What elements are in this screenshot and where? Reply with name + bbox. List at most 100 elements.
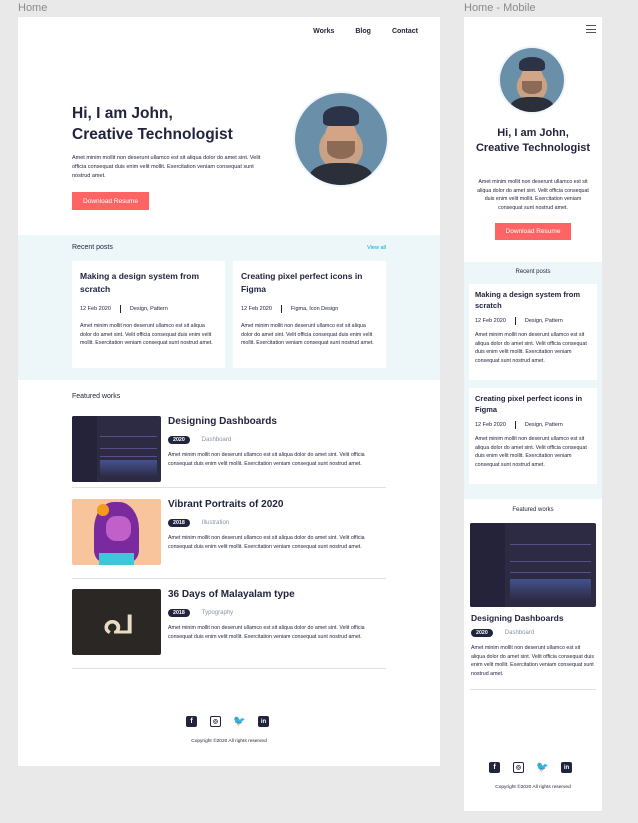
post-excerpt: Amet minim mollit non deserunt ullamco e… [241,323,374,346]
work-year-badge: 2020 [168,436,190,444]
nav-blog[interactable]: Blog [355,28,371,35]
work-thumbnail [470,523,596,607]
copyright-text: Copyright ©2020 All rights reserved [191,739,267,744]
thumb-glyph: പ [101,602,132,642]
download-resume-button[interactable]: Download Resume [495,223,571,240]
post-card[interactable]: Creating pixel perfect icons in Figma 12… [469,388,597,484]
work-category: Illustration [201,520,230,526]
view-all-link[interactable]: View all [367,245,386,251]
hamburger-menu-icon[interactable] [586,25,596,36]
post-tags: Design, Pattern [524,422,563,428]
facebook-icon[interactable]: f [489,762,500,773]
post-date: 12 Feb 2020 [475,318,506,324]
post-meta: 12 Feb 2020 Design, Pattern [475,317,591,325]
meta-divider [119,305,121,313]
post-title: Creating pixel perfect icons in Figma [475,394,583,414]
work-category: Typography [201,610,234,616]
nav-works[interactable]: Works [313,28,334,35]
post-date: 12 Feb 2020 [475,422,506,428]
work-description: Amet minim mollit non deserunt ullamco e… [471,645,594,677]
nav-contact[interactable]: Contact [392,28,418,35]
work-divider [72,578,386,579]
twitter-icon[interactable]: 🐦 [536,762,548,773]
work-item[interactable]: പ 36 Days of Malayalam type 2018 Typogra… [72,589,386,659]
post-date: 12 Feb 2020 [80,306,111,312]
avatar [295,93,387,185]
work-thumbnail [72,499,161,565]
social-links: f ◎ 🐦 in [186,716,269,727]
instagram-icon[interactable]: ◎ [210,716,221,727]
work-thumbnail: പ [72,589,161,655]
post-excerpt: Amet minim mollit non deserunt ullamco e… [80,323,213,346]
work-item[interactable]: Designing Dashboards 2020 Dashboard Amet… [72,416,386,486]
post-meta: 12 Feb 2020 Design, Pattern [80,305,217,313]
work-title: Designing Dashboards [471,613,564,623]
hero-title-line2: Creative Technologist [475,141,591,154]
work-description: Amet minim mollit non deserunt ullamco e… [168,625,365,640]
avatar [500,48,564,112]
work-title: 36 Days of Malayalam type [168,589,295,600]
post-date: 12 Feb 2020 [241,306,272,312]
twitter-icon[interactable]: 🐦 [233,716,245,727]
recent-posts-title: Recent posts [515,269,551,275]
hero-title-line1: Hi, I am John, [497,127,569,139]
mobile-frame: Hi, I am John, Creative Technologist Ame… [464,17,602,811]
social-links: f ◎ 🐦 in [489,762,572,773]
post-excerpt: Amet minim mollit non deserunt ullamco e… [475,436,587,468]
work-item[interactable]: Designing Dashboards 2020 Dashboard Amet… [470,523,596,691]
post-title: Making a design system from scratch [475,290,581,310]
work-description: Amet minim mollit non deserunt ullamco e… [168,535,365,550]
download-resume-button[interactable]: Download Resume [72,192,149,210]
post-tags: Figma, Icon Design [290,306,339,312]
work-category: Dashboard [504,630,535,636]
top-nav: Works Blog Contact [313,28,418,35]
hero-title: Hi, I am John, Creative Technologist [72,103,292,145]
post-card[interactable]: Making a design system from scratch 12 F… [469,284,597,380]
work-tags: 2018 Illustration [168,519,382,527]
work-tags: 2020 Dashboard [471,629,595,637]
post-tags: Design, Pattern [129,306,168,312]
post-excerpt: Amet minim mollit non deserunt ullamco e… [475,332,587,364]
post-card[interactable]: Making a design system from scratch 12 F… [72,261,225,368]
hero-title: Hi, I am John, Creative Technologist [470,126,596,155]
work-tags: 2020 Dashboard [168,436,382,444]
featured-works-title: Featured works [512,507,554,513]
hero-intro: Amet minim mollit non deserunt ullamco e… [72,155,261,179]
recent-posts-section: Recent posts View all Making a design sy… [18,235,440,380]
recent-posts-title: Recent posts [72,244,113,251]
post-card[interactable]: Creating pixel perfect icons in Figma 12… [233,261,386,368]
meta-divider [514,421,516,429]
meta-divider [280,305,282,313]
meta-divider [514,317,516,325]
post-meta: 12 Feb 2020 Figma, Icon Design [241,305,378,313]
desktop-frame-label: Home [18,2,48,14]
work-description: Amet minim mollit non deserunt ullamco e… [168,452,365,467]
work-year-badge: 2020 [471,629,493,637]
post-meta: 12 Feb 2020 Design, Pattern [475,421,591,429]
hero-title-line1: Hi, I am John, [72,105,173,122]
work-tags: 2018 Typography [168,609,382,617]
linkedin-icon[interactable]: in [561,762,572,773]
mobile-frame-label: Home - Mobile [464,2,536,14]
work-divider [72,487,386,488]
instagram-icon[interactable]: ◎ [513,762,524,773]
linkedin-icon[interactable]: in [258,716,269,727]
work-title: Vibrant Portraits of 2020 [168,499,284,510]
work-divider [470,689,596,690]
work-item[interactable]: Vibrant Portraits of 2020 2018 Illustrat… [72,499,386,569]
work-thumbnail [72,416,161,482]
work-title: Designing Dashboards [168,416,277,427]
post-tags: Design, Pattern [524,318,563,324]
copyright-text: Copyright ©2020 All rights reserved [495,785,571,790]
post-title: Creating pixel perfect icons in Figma [241,271,363,294]
hero-intro: Amet minim mollit non deserunt ullamco e… [477,179,589,211]
post-title: Making a design system from scratch [80,271,200,294]
hero-title-line2: Creative Technologist [72,126,233,143]
facebook-icon[interactable]: f [186,716,197,727]
work-year-badge: 2018 [168,519,190,527]
featured-works-title: Featured works [72,393,121,400]
work-year-badge: 2018 [168,609,190,617]
work-category: Dashboard [201,437,232,443]
recent-posts-section: Recent posts Making a design system from… [464,262,602,499]
desktop-frame: Works Blog Contact Hi, I am John, Creati… [18,17,440,766]
